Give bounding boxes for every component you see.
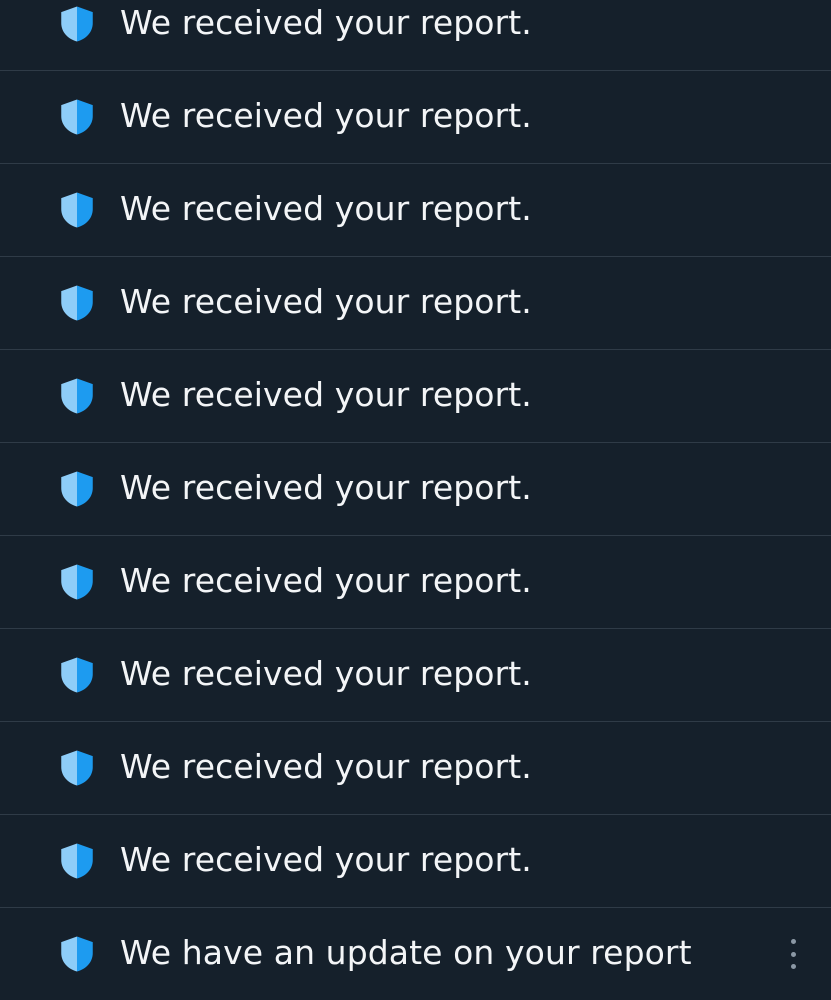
notification-text: We received your report.	[120, 467, 532, 507]
shield-icon	[56, 747, 98, 789]
notification-row[interactable]: We received your report.	[0, 722, 831, 815]
shield-icon	[56, 96, 98, 138]
notification-row[interactable]: We received your report.	[0, 536, 831, 629]
notification-row[interactable]: We received your report.	[0, 443, 831, 536]
shield-icon	[56, 189, 98, 231]
notification-text: We received your report.	[120, 839, 532, 879]
shield-icon	[56, 468, 98, 510]
notification-text: We received your report.	[120, 188, 532, 228]
notification-text: We received your report.	[120, 653, 532, 693]
shield-icon	[56, 933, 98, 975]
notification-row[interactable]: We received your report.	[0, 629, 831, 722]
notification-text: We received your report.	[120, 95, 532, 135]
notification-text: We have an update on your report	[120, 932, 692, 972]
shield-icon	[56, 3, 98, 45]
notification-row[interactable]: We received your report.	[0, 350, 831, 443]
shield-icon	[56, 561, 98, 603]
notification-row[interactable]: We received your report.	[0, 164, 831, 257]
notification-list: We received your report. We received you…	[0, 0, 831, 978]
more-vertical-icon[interactable]	[785, 939, 801, 969]
shield-icon	[56, 840, 98, 882]
shield-icon	[56, 654, 98, 696]
shield-icon	[56, 375, 98, 417]
notification-text: We received your report.	[120, 560, 532, 600]
notification-row[interactable]: We received your report.	[0, 0, 831, 71]
notification-text: We received your report.	[120, 746, 532, 786]
notification-row[interactable]: We received your report.	[0, 257, 831, 350]
notification-row[interactable]: We received your report.	[0, 815, 831, 908]
notification-text: We received your report.	[120, 281, 532, 321]
notification-text: We received your report.	[120, 2, 532, 42]
notification-row[interactable]: We received your report.	[0, 71, 831, 164]
notification-row[interactable]: We have an update on your report	[0, 908, 831, 1000]
shield-icon	[56, 282, 98, 324]
notification-text: We received your report.	[120, 374, 532, 414]
